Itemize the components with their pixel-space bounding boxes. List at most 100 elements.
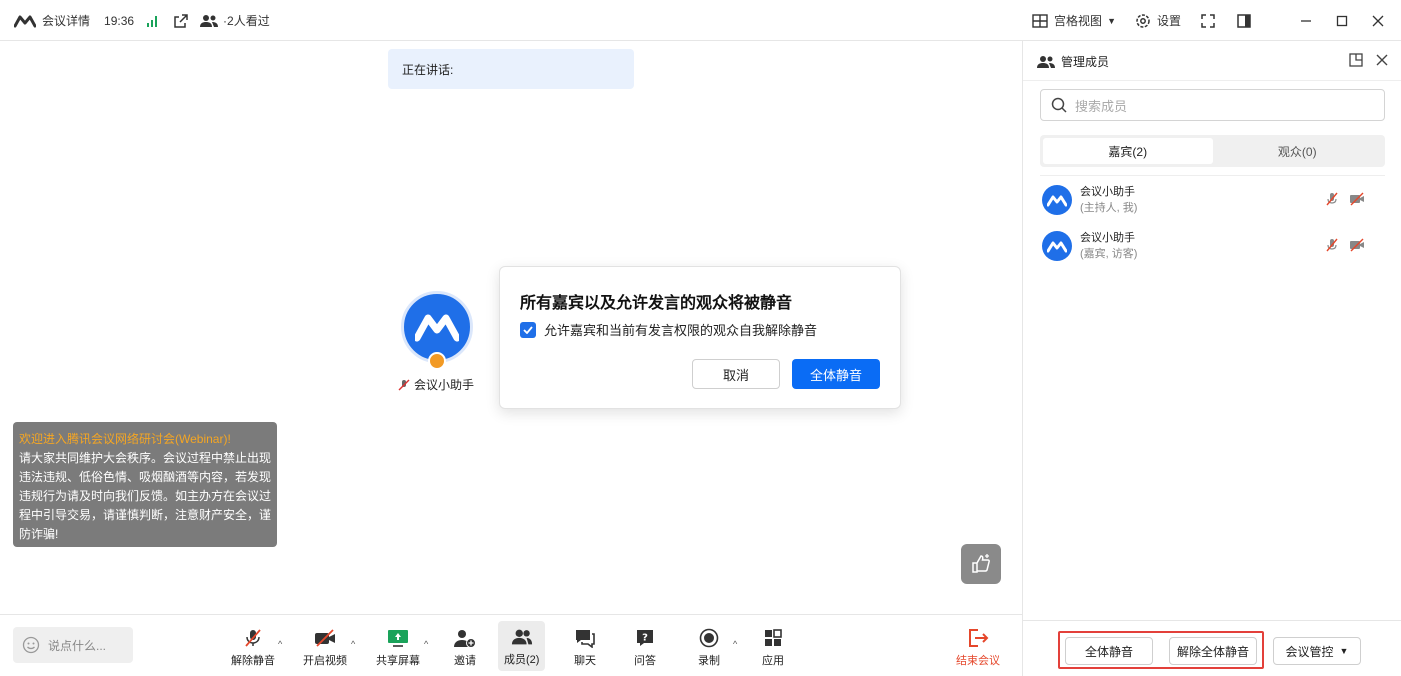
muted-mic-icon — [242, 627, 264, 649]
member-list: 会议小助手 (主持人, 我) 会议小助手 (嘉宾, 访客) — [1040, 175, 1385, 268]
dialog-title: 所有嘉宾以及允许发言的观众将被静音 — [520, 295, 793, 312]
settings-button[interactable]: 设置 — [1134, 12, 1181, 30]
share-screen-icon — [387, 627, 409, 649]
like-button[interactable] — [961, 544, 1001, 584]
caret-down-icon: ▼ — [1339, 646, 1349, 656]
chevron-up-icon[interactable]: ^ — [733, 639, 737, 649]
tab-audience[interactable]: 观众(0) — [1213, 138, 1383, 164]
search-icon — [1051, 97, 1067, 113]
cancel-button[interactable]: 取消 — [692, 359, 780, 389]
share-screen-button[interactable]: 共享屏幕 — [376, 627, 420, 668]
meeting-details-link[interactable]: 会议详情 — [42, 12, 90, 29]
avatar — [1042, 231, 1072, 261]
host-badge-icon — [428, 352, 446, 370]
emoji-icon — [22, 636, 40, 654]
chevron-down-icon: ▼ — [1107, 15, 1116, 26]
share-screen-label: 共享屏幕 — [376, 655, 420, 667]
chevron-up-icon[interactable]: ^ — [278, 639, 282, 649]
record-button[interactable]: 录制 — [698, 627, 720, 668]
grid-icon — [1031, 12, 1049, 30]
grid-view-button[interactable]: 宫格视图 ▼ — [1031, 12, 1116, 30]
svg-text:?: ? — [642, 633, 648, 644]
muted-mic-icon[interactable] — [1325, 192, 1339, 209]
thumbs-up-icon — [972, 554, 990, 573]
panel-title: 管理成员 — [1061, 55, 1110, 69]
members-button[interactable]: 成员(2) — [498, 621, 546, 671]
mute-all-button[interactable]: 全体静音 — [1065, 637, 1153, 665]
chat-placeholder: 说点什么... — [48, 638, 107, 653]
manage-members-panel: 管理成员 搜索成员 嘉宾(2) 观众(0) 会议小助手 (主持人, 我) 会议小… — [1022, 41, 1401, 676]
tencent-meeting-logo — [14, 14, 36, 28]
minimize-icon[interactable] — [1297, 12, 1315, 30]
speaking-indicator: 正在讲话: — [388, 49, 634, 89]
unmute-button[interactable]: 解除静音 — [231, 627, 275, 668]
panel-footer: 全体静音 解除全体静音 会议管控 ▼ — [1023, 620, 1401, 676]
members-label: 成员(2) — [504, 653, 540, 666]
start-video-button[interactable]: 开启视频 — [303, 627, 347, 668]
share-link-icon[interactable] — [172, 12, 190, 30]
meeting-time: 19:36 — [104, 13, 135, 28]
chat-icon — [574, 627, 596, 649]
record-label: 录制 — [698, 655, 720, 667]
avatar — [1042, 185, 1072, 215]
chevron-up-icon[interactable]: ^ — [351, 639, 355, 649]
panel-header: 管理成员 — [1023, 41, 1401, 81]
members-icon — [511, 626, 533, 648]
record-icon — [698, 627, 720, 649]
invite-label: 邀请 — [454, 655, 476, 667]
list-item[interactable]: 会议小助手 (主持人, 我) — [1040, 176, 1385, 222]
chat-input[interactable]: 说点什么... — [13, 627, 133, 663]
member-role: (嘉宾, 访客) — [1080, 248, 1138, 260]
signal-icon[interactable] — [144, 12, 162, 30]
close-icon[interactable] — [1369, 12, 1387, 30]
member-name: 会议小助手 — [1080, 186, 1135, 198]
chevron-up-icon[interactable]: ^ — [424, 639, 428, 649]
close-panel-icon[interactable] — [1375, 53, 1389, 70]
people-icon — [1037, 55, 1055, 68]
video-off-icon — [314, 627, 336, 649]
bottom-toolbar: 说点什么... 解除静音 ^ 开启视频 ^ 共享屏幕 ^ 邀请 成员(2) 聊天… — [0, 614, 1022, 676]
member-name: 会议小助手 — [1080, 232, 1135, 244]
notice-body: 请大家共同维护大会秩序。会议过程中禁止出现违法违规、低俗色情、吸烟酗酒等内容，若… — [19, 451, 272, 541]
allow-unmute-checkbox-row[interactable]: 允许嘉宾和当前有发言权限的观众自我解除静音 — [520, 320, 817, 339]
apps-icon — [762, 627, 784, 649]
title-bar: 会议详情 19:36 ·2人看过 宫格视图 ▼ 设置 — [0, 0, 1401, 41]
search-placeholder: 搜索成员 — [1075, 98, 1128, 114]
participant-name: 会议小助手 — [414, 378, 475, 392]
viewers-count[interactable]: ·2人看过 — [200, 12, 270, 30]
member-search-input[interactable]: 搜索成员 — [1040, 89, 1385, 121]
gear-icon — [1134, 12, 1152, 30]
invite-button[interactable]: 邀请 — [454, 627, 476, 668]
member-tabs: 嘉宾(2) 观众(0) — [1040, 135, 1385, 167]
exit-icon — [967, 627, 989, 649]
confirm-mute-all-button[interactable]: 全体静音 — [792, 359, 880, 389]
sidebar-toggle-icon[interactable] — [1235, 12, 1253, 30]
apps-label: 应用 — [762, 655, 784, 667]
notice-title: 欢迎进入腾讯会议网络研讨会(Webinar)! — [19, 432, 231, 446]
viewers-label: ·2人看过 — [223, 14, 270, 28]
apps-button[interactable]: 应用 — [762, 627, 784, 668]
tab-guests[interactable]: 嘉宾(2) — [1043, 138, 1213, 164]
meeting-control-dropdown[interactable]: 会议管控 ▼ — [1273, 637, 1361, 665]
welcome-notice: 欢迎进入腾讯会议网络研讨会(Webinar)! 请大家共同维护大会秩序。会议过程… — [13, 422, 277, 547]
chat-button[interactable]: 聊天 — [574, 627, 596, 668]
start-video-label: 开启视频 — [303, 655, 347, 667]
maximize-icon[interactable] — [1333, 12, 1351, 30]
meeting-control-label: 会议管控 — [1285, 644, 1334, 659]
video-off-icon[interactable] — [1349, 238, 1365, 255]
end-meeting-button[interactable]: 结束会议 — [956, 627, 1000, 668]
fullscreen-icon[interactable] — [1199, 12, 1217, 30]
muted-mic-icon[interactable] — [1325, 238, 1339, 255]
unmute-all-button[interactable]: 解除全体静音 — [1169, 637, 1257, 665]
add-user-icon — [454, 627, 476, 649]
popout-icon[interactable] — [1349, 53, 1363, 70]
qa-button[interactable]: ? 问答 — [634, 627, 656, 668]
meeting-logo-icon — [415, 314, 459, 342]
video-off-icon[interactable] — [1349, 192, 1365, 209]
grid-view-label: 宫格视图 — [1054, 14, 1103, 28]
people-icon — [200, 12, 219, 30]
mute-all-dialog: 所有嘉宾以及允许发言的观众将被静音 允许嘉宾和当前有发言权限的观众自我解除静音 … — [499, 266, 901, 409]
checkbox-label: 允许嘉宾和当前有发言权限的观众自我解除静音 — [544, 323, 818, 338]
checkbox-checked-icon[interactable] — [520, 321, 536, 338]
list-item[interactable]: 会议小助手 (嘉宾, 访客) — [1040, 222, 1385, 268]
